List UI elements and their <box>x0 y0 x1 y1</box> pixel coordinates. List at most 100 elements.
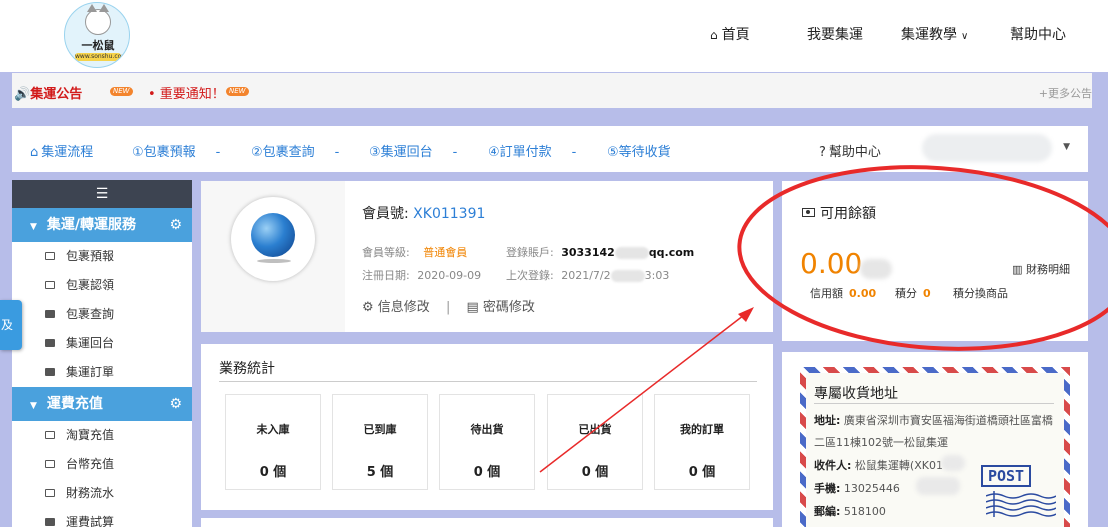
member-id: 會員號: XK011391 <box>362 206 486 222</box>
logo-subtext: www.sonshu.com <box>75 53 128 61</box>
nav-ship[interactable]: 我要集運 <box>807 24 863 44</box>
sidebar-item-forecast[interactable]: 包裹預報 <box>12 242 192 271</box>
gear-icon: ⚙ <box>169 217 182 233</box>
sidebar-item-twd-recharge[interactable]: 台幣充值 <box>12 450 192 479</box>
step-payment[interactable]: ④訂單付款 - <box>488 141 576 160</box>
edit-info-link[interactable]: ⚙ 信息修改 <box>362 300 430 315</box>
home-icon: ⌂ <box>30 145 39 160</box>
redeem-points-link[interactable]: 積分換商品 <box>953 285 1008 301</box>
step-query[interactable]: ②包裹查詢 - <box>251 141 339 160</box>
sidebar-group-shipping[interactable]: ▼ 集運/轉運服務 ⚙ <box>12 208 192 242</box>
redacted-mask <box>860 259 892 279</box>
redacted-mask <box>610 270 645 282</box>
balance-card: 可用餘額 0.00 ▥ 財務明細 信用額 0.00 積分 0 積分換商品 <box>782 181 1088 341</box>
bar-chart-icon: ▥ <box>1012 263 1023 276</box>
postmark-wave-icon <box>986 491 1056 517</box>
list-icon <box>45 310 55 318</box>
step-nav: ⌂ 集運流程 ①包裹預報 - ②包裹查詢 - ③集運回台 - ④訂單付款 - ⑤等待收貨 … <box>12 126 1088 172</box>
question-icon: ? <box>819 145 826 160</box>
envelope-frame: 專屬收貨地址 地址: 廣東省深圳市寶安區福海街道橋頭社區富橋 二區11棟102號… <box>800 367 1070 527</box>
sidebar-item-query[interactable]: 包裹查詢 <box>12 300 192 329</box>
globe-icon <box>251 213 295 263</box>
bar-chart-icon <box>45 489 55 497</box>
logo-text: 一松鼠 <box>81 39 115 52</box>
stat-pending-ship[interactable]: 待出貨 0 個 <box>439 394 535 490</box>
address-line-2: 二區11棟102號一松鼠集運 <box>814 436 948 449</box>
shipping-address-card: 專屬收貨地址 地址: 廣東省深圳市寶安區福海街道橋頭社區富橋 二區11棟102號… <box>782 352 1088 527</box>
sidebar-item-return[interactable]: 集運回台 <box>12 329 192 358</box>
step-flow[interactable]: ⌂ 集運流程 <box>30 141 93 160</box>
post-stamp-icon: POST <box>981 465 1031 487</box>
divider <box>814 403 1054 404</box>
sidebar-item-calculator[interactable]: 運費試算 <box>12 508 192 527</box>
site-header: 一松鼠 www.sonshu.com ⌂ 首頁 我要集運 集運教學 ∨ 幫助中心 <box>0 0 1108 72</box>
login-account: 登錄賬戶: 3033142 qq.com <box>506 246 695 259</box>
notice-bar: 🔊集運公告 NEW • 重要通知！ NEW +更多公告 <box>12 73 1092 108</box>
nav-help[interactable]: 幫助中心 <box>1010 24 1066 44</box>
stat-not-in-stock[interactable]: 未入庫 0 個 <box>225 394 321 490</box>
chevron-down-icon: ∨ <box>961 31 969 42</box>
user-menu[interactable] <box>922 134 1052 162</box>
sidebar: ☰ ▼ 集運/轉運服務 ⚙ 包裹預報 包裹認領 包裹查詢 集運回台 集運訂單 ▼ 運… <box>12 180 192 527</box>
speaker-icon: 🔊 <box>14 87 31 102</box>
step-return[interactable]: ③集運回台 - <box>369 141 457 160</box>
next-card-edge <box>201 518 773 527</box>
sidebar-item-taobao-recharge[interactable]: 淘寶充值 <box>12 421 192 450</box>
book-icon <box>45 368 55 376</box>
avatar-area <box>201 181 345 332</box>
help-center-link[interactable]: ? 幫助中心 <box>819 141 881 160</box>
caret-down-icon[interactable]: ▼ <box>1063 142 1070 152</box>
last-login: 上次登錄: 2021/7/2 3:03 <box>506 269 670 282</box>
finance-detail-link[interactable]: ▥ 財務明細 <box>1012 261 1070 277</box>
stat-my-orders[interactable]: 我的訂單 0 個 <box>654 394 750 490</box>
address-title: 專屬收貨地址 <box>814 386 898 402</box>
sidebar-item-claim[interactable]: 包裹認領 <box>12 271 192 300</box>
calculator-icon <box>45 518 55 526</box>
home-icon: ⌂ <box>710 28 718 42</box>
balance-title: 可用餘額 <box>802 203 876 223</box>
redacted-mask <box>941 455 965 471</box>
sidebar-item-orders[interactable]: 集運訂單 <box>12 358 192 387</box>
redacted-mask <box>916 477 960 495</box>
nav-tutorial[interactable]: 集運教學 ∨ <box>901 24 968 44</box>
register-date: 注冊日期: 2020-09-09 <box>362 269 482 282</box>
squirrel-icon <box>85 4 111 35</box>
triangle-down-icon: ▼ <box>30 401 37 411</box>
card-icon <box>45 431 55 439</box>
side-float-tab[interactable]: 及 <box>0 300 22 350</box>
member-actions: ⚙ 信息修改 | ▤ 密碼修改 <box>362 300 535 315</box>
site-logo[interactable]: 一松鼠 www.sonshu.com <box>64 2 130 68</box>
important-notice-link[interactable]: • 重要通知！ <box>148 83 225 102</box>
zip-code: 郵編: 518100 <box>814 505 886 518</box>
divider <box>219 381 757 382</box>
redacted-mask <box>614 247 649 259</box>
step-forecast[interactable]: ①包裹預報 - <box>132 141 220 160</box>
balance-amount: 0.00 <box>800 247 863 280</box>
address-line: 地址: 廣東省深圳市寶安區福海街道橋頭社區富橋 <box>814 414 1053 427</box>
stats-title: 業務統計 <box>219 361 275 377</box>
gear-icon: ⚙ <box>169 396 182 412</box>
money-icon <box>802 208 815 217</box>
menu-icon[interactable]: ☰ <box>12 180 192 208</box>
sidebar-group-recharge[interactable]: ▼ 運費充值 ⚙ <box>12 387 192 421</box>
new-badge: NEW <box>226 87 249 96</box>
edit-password-link[interactable]: ▤ 密碼修改 <box>466 300 534 315</box>
triangle-down-icon: ▼ <box>30 222 37 232</box>
business-stats-card: 業務統計 未入庫 0 個 已到庫 5 個 待出貨 0 個 已出貨 0 個 我的訂… <box>201 344 773 510</box>
inbox-icon <box>45 281 55 289</box>
member-card: 會員號: XK011391 會員等級: 普通會員 登錄賬戶: 3033142 qq… <box>201 181 773 332</box>
nav-home[interactable]: ⌂ 首頁 <box>710 24 750 44</box>
box-icon <box>45 252 55 260</box>
avatar[interactable] <box>231 197 315 281</box>
more-announcements-link[interactable]: +更多公告 <box>1039 85 1092 101</box>
receiver: 收件人: 松鼠集運轉(XK01 <box>814 459 943 472</box>
credit-limit: 信用額 0.00 <box>810 287 877 300</box>
card-icon <box>45 460 55 468</box>
step-receive[interactable]: ⑤等待收貨 <box>607 141 671 160</box>
document-icon: ▤ <box>466 300 479 315</box>
sidebar-item-finance[interactable]: 財務流水 <box>12 479 192 508</box>
stat-shipped[interactable]: 已出貨 0 個 <box>547 394 643 490</box>
stat-arrived[interactable]: 已到庫 5 個 <box>332 394 428 490</box>
envelope-body: 專屬收貨地址 地址: 廣東省深圳市寶安區福海街道橋頭社區富橋 二區11棟102號… <box>806 373 1064 527</box>
announcement-link[interactable]: 🔊集運公告 <box>14 83 82 102</box>
